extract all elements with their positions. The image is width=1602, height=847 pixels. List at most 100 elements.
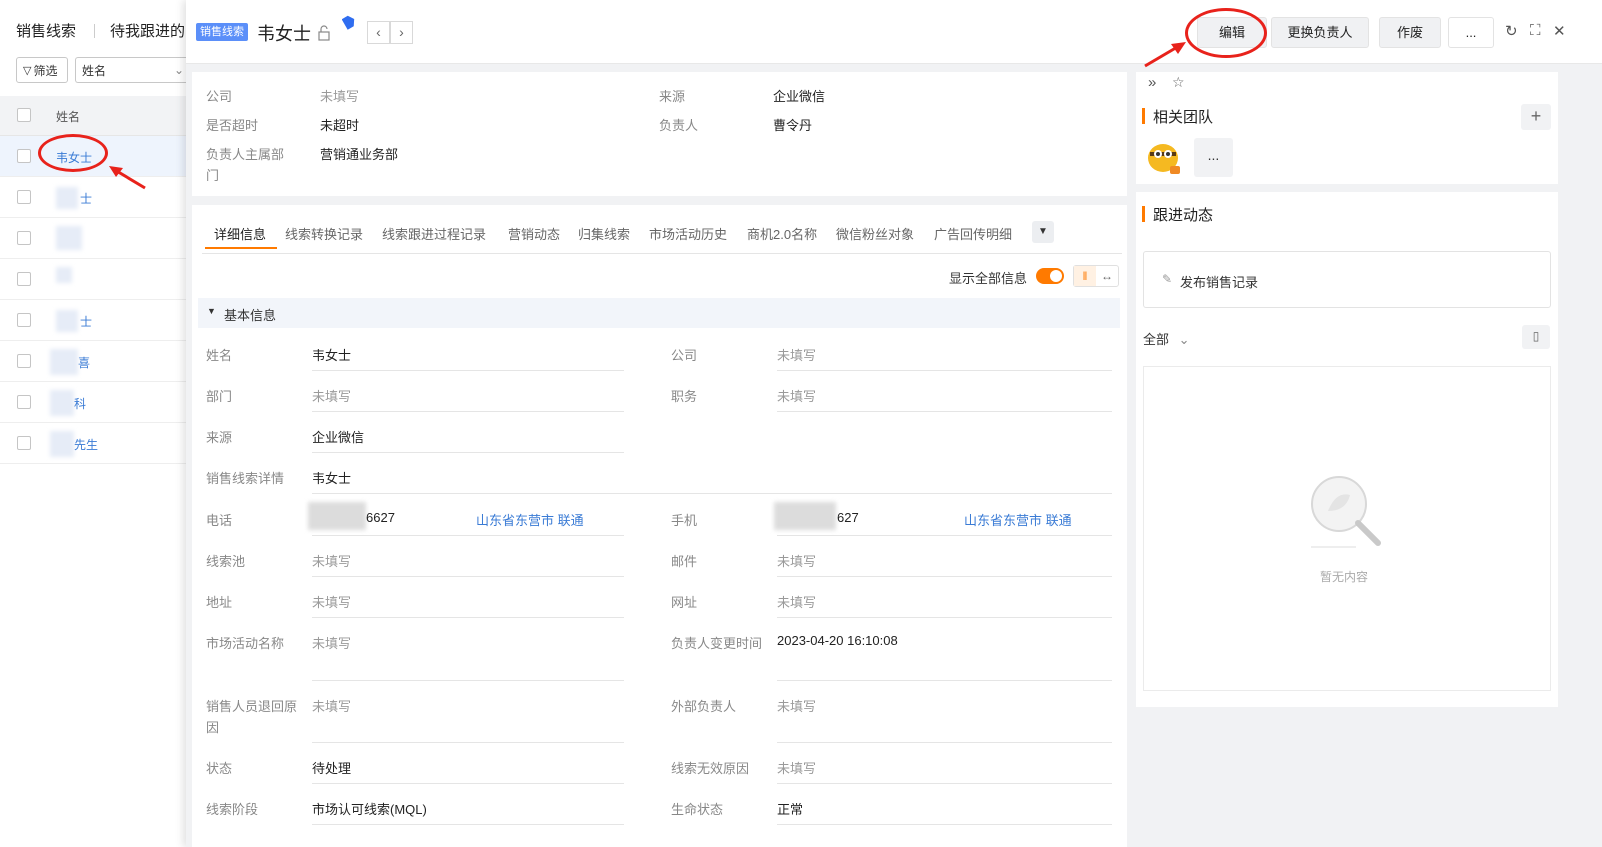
annotation-circle-row xyxy=(38,134,108,172)
tab-wechat-fans[interactable]: 微信粉丝对象 xyxy=(836,224,914,243)
team-title: 相关团队 xyxy=(1153,109,1214,126)
tag-icon[interactable] xyxy=(342,14,356,30)
row-name[interactable]: 士 xyxy=(80,313,92,330)
list-row[interactable]: 士 xyxy=(0,300,190,341)
mobile-location-link[interactable]: 山东省东营市 联通 xyxy=(964,510,1072,529)
tab-collected[interactable]: 归集线索 xyxy=(578,224,630,243)
avatar[interactable] xyxy=(1144,138,1182,178)
prev-record-button[interactable]: ‹ xyxy=(367,21,390,44)
tab-detail[interactable]: 详细信息 xyxy=(214,224,266,243)
summary-label: 来源 xyxy=(659,89,686,104)
section-accent-bar xyxy=(1142,206,1145,222)
lock-icon[interactable] xyxy=(317,25,331,41)
field-underline xyxy=(777,824,1112,825)
tabs-divider xyxy=(202,253,1122,254)
field-value: 未填写 xyxy=(777,699,817,714)
lead-list-panel: 销售线索 待我跟进的 ▽ 筛选 姓名 ⌄ 姓名 韦女士 士 士 喜 科 先生 xyxy=(0,0,190,847)
tabs-more-icon[interactable]: ▼ xyxy=(1032,221,1054,243)
list-row[interactable] xyxy=(0,218,190,259)
list-row[interactable] xyxy=(0,259,190,300)
tab-opportunity[interactable]: 商机2.0名称 xyxy=(747,224,817,243)
pin-icon[interactable]: ☆ xyxy=(1172,74,1185,91)
select-all-checkbox[interactable] xyxy=(17,108,31,122)
field-underline xyxy=(312,824,624,825)
row-checkbox[interactable] xyxy=(17,436,31,450)
add-member-icon[interactable]: + xyxy=(1521,104,1551,130)
field-underline xyxy=(312,411,624,412)
field-value: 2023-04-20 16:10:08 xyxy=(777,633,898,648)
empty-text: 暂无内容 xyxy=(1320,570,1369,584)
field-underline xyxy=(777,680,1112,681)
field-underline xyxy=(312,370,624,371)
row-name[interactable]: 喜 xyxy=(78,354,90,371)
row-checkbox[interactable] xyxy=(17,313,31,327)
field-underline xyxy=(777,576,1112,577)
row-name[interactable]: 士 xyxy=(80,190,92,207)
list-row[interactable]: 科 xyxy=(0,382,190,423)
detail-header: 销售线索 韦女士 ‹ › 编辑 更换负责人 作废 ... ↻ ⛶ ✕ xyxy=(186,0,1602,64)
follow-filter[interactable]: 全部 ⌄ xyxy=(1143,329,1190,348)
summary-label: 是否超时 xyxy=(206,118,259,133)
row-checkbox[interactable] xyxy=(17,231,31,245)
tab-ad-callback[interactable]: 广告回传明细 xyxy=(934,224,1012,243)
field-label: 公司 xyxy=(671,348,698,363)
row-checkbox[interactable] xyxy=(17,149,31,163)
next-record-button[interactable]: › xyxy=(390,21,413,44)
field-value: 未填写 xyxy=(312,595,352,610)
blurred-text xyxy=(56,226,82,250)
void-button[interactable]: 作废 xyxy=(1379,17,1441,48)
field-underline xyxy=(777,783,1112,784)
view-tab[interactable]: 待我跟进的 xyxy=(110,20,185,41)
masked-phone xyxy=(308,502,366,530)
tab-campaign-history[interactable]: 市场活动历史 xyxy=(649,224,727,243)
more-actions-button[interactable]: ... xyxy=(1448,17,1494,48)
field-label: 状态 xyxy=(206,761,233,776)
fullscreen-icon[interactable]: ⛶ xyxy=(1530,22,1541,39)
clipboard-icon[interactable]: ▯ xyxy=(1522,325,1550,349)
field-value: 企业微信 xyxy=(312,430,365,445)
row-checkbox[interactable] xyxy=(17,354,31,368)
field-value: 韦女士 xyxy=(312,471,352,486)
row-checkbox[interactable] xyxy=(17,395,31,409)
row-checkbox[interactable] xyxy=(17,190,31,204)
field-underline xyxy=(777,617,1112,618)
field-label: 线索阶段 xyxy=(206,802,259,817)
row-name[interactable]: 先生 xyxy=(74,436,98,453)
list-row[interactable]: 先生 xyxy=(0,423,190,464)
field-value: 未填写 xyxy=(777,554,817,569)
follow-filter-value: 全部 xyxy=(1143,332,1170,347)
refresh-icon[interactable]: ↻ xyxy=(1505,22,1518,40)
field-underline xyxy=(777,742,1112,743)
expand-width-icon[interactable]: ↔ xyxy=(1096,266,1118,286)
collapse-sidebar-icon[interactable]: » xyxy=(1148,74,1156,91)
row-name[interactable]: 科 xyxy=(74,395,86,412)
close-icon[interactable]: ✕ xyxy=(1553,22,1566,40)
phone-location-link[interactable]: 山东省东营市 联通 xyxy=(476,510,584,529)
row-checkbox[interactable] xyxy=(17,272,31,286)
chevron-down-icon: ⌄ xyxy=(1178,332,1190,347)
lead-detail-drawer: 销售线索 韦女士 ‹ › 编辑 更换负责人 作废 ... ↻ ⛶ ✕ 公司 未填… xyxy=(186,0,1602,847)
field-value: 6627 xyxy=(366,510,395,525)
field-label: 负责人变更时间 xyxy=(671,636,763,651)
field-select[interactable]: 姓名 ⌄ xyxy=(75,57,190,83)
filter-button[interactable]: ▽ 筛选 xyxy=(16,57,68,83)
field-label: 职务 xyxy=(671,389,698,404)
change-owner-button[interactable]: 更换负责人 xyxy=(1271,17,1369,48)
field-label: 邮件 xyxy=(671,554,698,569)
list-row[interactable]: 士 xyxy=(0,177,190,218)
section-header[interactable]: ▼ 基本信息 xyxy=(198,298,1120,328)
tab-followup[interactable]: 线索跟进过程记录 xyxy=(382,224,486,243)
field-label: 电话 xyxy=(206,513,233,528)
show-all-toggle[interactable] xyxy=(1036,268,1064,284)
publish-record-box[interactable]: ✎ 发布销售记录 xyxy=(1143,251,1551,308)
column-name-header: 姓名 xyxy=(56,110,81,124)
two-column-icon[interactable]: ‖ xyxy=(1074,266,1096,286)
list-row[interactable]: 喜 xyxy=(0,341,190,382)
field-underline xyxy=(312,452,624,453)
active-tab-indicator xyxy=(205,247,277,249)
tab-conversion[interactable]: 线索转换记录 xyxy=(285,224,363,243)
summary-card: 公司 未填写 是否超时 未超时 负责人主属部门 营销通业务部 来源 企业微信 负… xyxy=(192,72,1127,196)
tab-marketing[interactable]: 营销动态 xyxy=(508,224,560,243)
team-more-button[interactable]: ... xyxy=(1194,138,1233,177)
annotation-arrow-edit xyxy=(1144,42,1186,68)
